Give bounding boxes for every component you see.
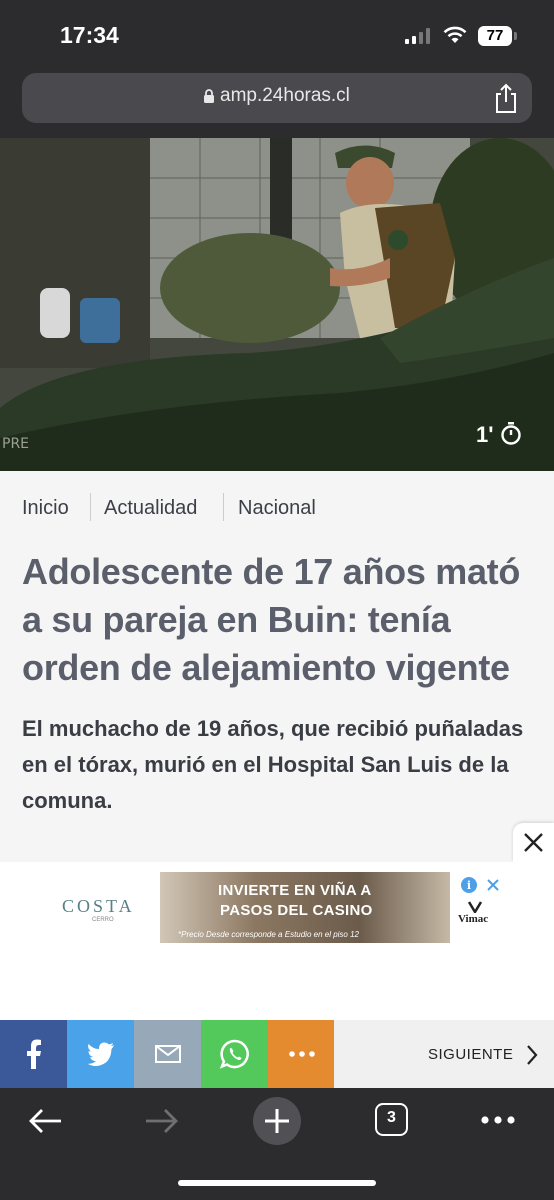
more-icon bbox=[288, 1051, 315, 1057]
reading-time: 1' bbox=[476, 421, 522, 448]
breadcrumb-separator bbox=[223, 493, 224, 521]
close-icon bbox=[524, 833, 543, 852]
next-article-label[interactable]: SIGUIENTE bbox=[428, 1046, 513, 1063]
new-tab-icon[interactable] bbox=[252, 1096, 302, 1146]
whatsapp-icon bbox=[219, 1039, 249, 1069]
share-icon[interactable] bbox=[492, 83, 520, 115]
ad-advertiser-name: Vimac bbox=[458, 913, 489, 925]
article-headline: Adolescente de 17 años mató a su pareja … bbox=[22, 551, 521, 688]
ad-brand-logo: COSTA bbox=[62, 896, 135, 916]
lock-icon bbox=[204, 89, 214, 103]
hero-image[interactable]: PRE bbox=[0, 138, 554, 471]
back-arrow-icon[interactable] bbox=[28, 1108, 64, 1134]
twitter-share-button[interactable] bbox=[67, 1020, 134, 1088]
ad-dismiss-icon[interactable] bbox=[484, 876, 502, 894]
home-indicator[interactable] bbox=[178, 1180, 376, 1186]
ad-fine-print: *Precio Desde corresponde a Estudio en e… bbox=[178, 930, 359, 939]
browser-menu-icon[interactable] bbox=[481, 1116, 515, 1124]
ad-close-button[interactable] bbox=[513, 823, 554, 862]
cellular-signal-icon bbox=[405, 28, 430, 44]
facebook-icon bbox=[26, 1039, 41, 1069]
whatsapp-share-button[interactable] bbox=[201, 1020, 268, 1088]
forward-arrow-icon[interactable] bbox=[143, 1108, 179, 1134]
ad-advertiser-logo: Vimac bbox=[458, 901, 489, 925]
more-share-button[interactable] bbox=[268, 1020, 335, 1088]
ad-headline-2: PASOS DEL CASINO bbox=[220, 902, 373, 919]
hero-photo-illustration: PRE bbox=[0, 138, 554, 471]
email-icon bbox=[154, 1045, 181, 1063]
ad-brand-sub: CERRO bbox=[92, 917, 114, 923]
breadcrumb-actualidad[interactable]: Actualidad bbox=[104, 497, 197, 520]
battery-indicator: 77 bbox=[478, 26, 512, 46]
svg-text:i: i bbox=[467, 879, 471, 892]
tab-count[interactable]: 3 bbox=[375, 1109, 408, 1127]
reading-time-value: 1' bbox=[476, 422, 494, 447]
timer-icon bbox=[500, 422, 521, 445]
battery-tip bbox=[514, 32, 517, 40]
breadcrumb-inicio[interactable]: Inicio bbox=[22, 497, 69, 520]
email-share-button[interactable] bbox=[134, 1020, 201, 1088]
url-text[interactable]: amp.24horas.cl bbox=[220, 85, 350, 107]
status-time: 17:34 bbox=[60, 22, 119, 48]
svg-text:PRE: PRE bbox=[2, 436, 29, 452]
facebook-share-button[interactable] bbox=[0, 1020, 67, 1088]
vimac-logo-icon bbox=[468, 901, 482, 913]
twitter-icon bbox=[87, 1042, 114, 1066]
breadcrumb-separator bbox=[90, 493, 91, 521]
ad-info-icon[interactable]: i bbox=[460, 876, 478, 894]
wifi-icon bbox=[443, 26, 467, 43]
chevron-right-icon[interactable] bbox=[525, 1043, 539, 1067]
ad-headline-1: INVIERTE EN VIÑA A bbox=[218, 882, 372, 899]
article-summary: El muchacho de 19 años, que recibió puña… bbox=[22, 716, 524, 813]
breadcrumb-nacional[interactable]: Nacional bbox=[238, 497, 316, 520]
